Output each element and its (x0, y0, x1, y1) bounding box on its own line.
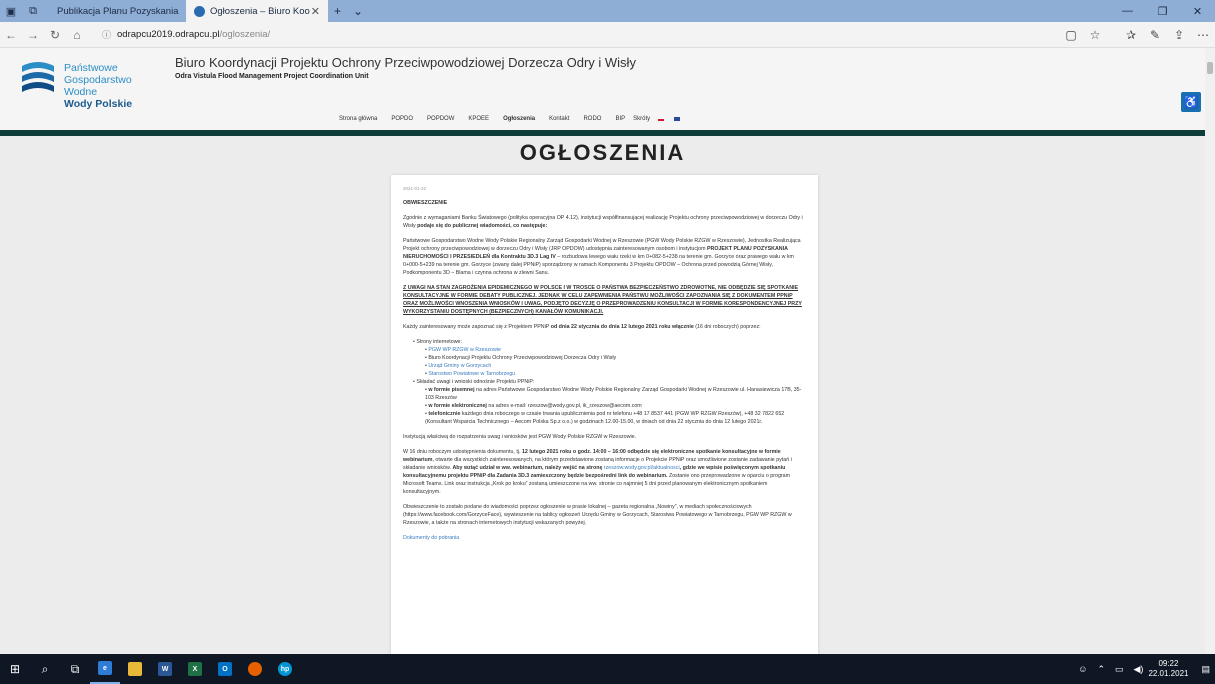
scrollbar[interactable] (1205, 48, 1215, 654)
scrollbar-thumb[interactable] (1207, 62, 1213, 74)
accessibility-icon[interactable]: ♿ (1181, 92, 1201, 112)
tab-publikacja[interactable]: Publikacja Planu Pozyskania (44, 0, 186, 22)
search-icon[interactable]: ⌕ (30, 654, 60, 684)
nav-popdo[interactable]: POPDO (391, 116, 413, 122)
nav-kontakt[interactable]: Kontakt (549, 116, 569, 122)
link-starostwo[interactable]: Starostwo Powiatowe w Tarnobrzegu (428, 371, 515, 377)
paragraph-2: Państwowe Gospodarstwo Wodne Wody Polski… (403, 238, 801, 276)
clock-time: 09:22 (1158, 659, 1179, 668)
volume-icon[interactable]: ◀) (1134, 664, 1144, 675)
wordpress-favicon-icon (194, 5, 205, 17)
nav-kpoee[interactable]: KPOEE (468, 116, 489, 122)
site-info-icon[interactable]: ⓘ (102, 28, 111, 41)
tab-title: Ogłoszenia – Biuro Koo (210, 5, 310, 17)
firefox-icon[interactable] (240, 654, 270, 684)
paragraph-4: Każdy zainteresowany może zapoznać się z… (403, 324, 761, 330)
tab-actions-icon[interactable]: ▣ (0, 0, 22, 22)
url-domain: odrapcu2019.odrapcu.pl (117, 29, 220, 40)
polish-flag-icon[interactable] (658, 117, 665, 121)
action-center-icon[interactable]: ▤ (1201, 664, 1210, 675)
link-urzad-gminy[interactable]: Urząd Gminy w Gorzycach (428, 363, 491, 369)
more-menu-icon[interactable]: ⋯ (1191, 28, 1215, 42)
minimize-icon[interactable]: — (1110, 5, 1145, 18)
file-explorer-icon[interactable] (120, 654, 150, 684)
site-subtitle: Odra Vistula Flood Management Project Co… (175, 73, 369, 80)
favorite-star-icon[interactable]: ☆ (1083, 28, 1107, 42)
link-rzeszow-aktualnosci[interactable]: rzeszow.wody.gov.pl/aktualnosci (604, 465, 680, 471)
outlook-icon[interactable]: O (210, 654, 240, 684)
close-tab-icon[interactable]: ✕ (311, 5, 320, 18)
windows-start-icon[interactable]: ⊞ (0, 654, 30, 684)
nav-strona-glowna[interactable]: Strona główna (339, 116, 377, 122)
home-icon[interactable]: ⌂ (66, 28, 88, 42)
link-dokumenty[interactable]: Dokumenty do pobrania (403, 534, 806, 542)
address-bar: ← → ↻ ⌂ ⓘ odrapcu2019.odrapcu.pl/oglosze… (0, 22, 1215, 48)
set-aside-tabs-icon[interactable]: ⧉ (22, 0, 44, 22)
wody-polskie-logo[interactable]: Państwowe Gospodarstwo Wodne Wody Polski… (20, 56, 160, 116)
excel-icon[interactable]: X (180, 654, 210, 684)
task-view-icon[interactable]: ⧉ (60, 654, 90, 684)
paragraph-7: Obwieszczenie to zostało podane do wiado… (403, 504, 792, 526)
share-icon[interactable]: ⇪ (1167, 28, 1191, 42)
word-icon[interactable]: W (150, 654, 180, 684)
maximize-icon[interactable]: ❐ (1145, 5, 1180, 18)
tray-chevron-up-icon[interactable]: ⌃ (1097, 664, 1105, 675)
logo-line-3: Wody Polskie (64, 98, 133, 110)
reading-view-icon[interactable]: ▢ (1059, 28, 1083, 42)
list-item-submit: Składać uwagi i wnioski odnośnie Projekt… (413, 378, 806, 426)
back-icon[interactable]: ← (0, 28, 22, 42)
nav-rodo[interactable]: RODO (583, 116, 601, 122)
network-icon[interactable]: ▭ (1115, 664, 1124, 675)
submit-phone: telefonicznie każdego dnia roboczego w c… (425, 410, 806, 426)
logo-line-1: Państwowe (64, 62, 118, 74)
site-header: Państwowe Gospodarstwo Wodne Wody Polski… (0, 48, 1205, 130)
favorites-hub-icon[interactable]: ✰ (1119, 28, 1143, 42)
list-item-web: Strony internetowe: PGW WP RZGW w Rzeszo… (413, 338, 806, 378)
link-pgw-wp-rzgw[interactable]: PGW WP RZGW w Rzeszowie (428, 347, 501, 353)
text-biuro: Biuro Koordynacji Projektu Ochrony Przec… (428, 355, 617, 361)
english-flag-icon[interactable] (674, 117, 681, 121)
url-field[interactable]: ⓘ odrapcu2019.odrapcu.pl/ogloszenia/ (102, 28, 270, 41)
edge-browser-icon[interactable]: e (90, 654, 120, 684)
submit-written: w formie pisemnej na adres Państwowe Gos… (425, 386, 806, 402)
clock[interactable]: 09:22 22.01.2021 (1148, 659, 1188, 679)
access-list: Strony internetowe: PGW WP RZGW w Rzeszo… (413, 338, 806, 426)
tab-ogloszenia[interactable]: Ogłoszenia – Biuro Koo ✕ (186, 0, 328, 22)
nav-ogloszenia[interactable]: Ogłoszenia (503, 116, 535, 122)
header-divider-bar (0, 130, 1205, 136)
close-window-icon[interactable]: ✕ (1180, 5, 1215, 18)
new-tab-icon[interactable]: + (328, 4, 347, 18)
pen-notes-icon[interactable]: ✎ (1143, 28, 1167, 42)
nav-skroty[interactable]: Skróty (633, 116, 650, 122)
page-viewport: Państwowe Gospodarstwo Wodne Wody Polski… (0, 48, 1215, 654)
hp-icon[interactable]: hp (270, 654, 300, 684)
forward-icon[interactable]: → (22, 28, 44, 42)
refresh-icon[interactable]: ↻ (44, 28, 66, 42)
waves-logo-icon (22, 62, 54, 92)
nav-bip[interactable]: BIP (615, 116, 625, 122)
url-path: /ogloszenia/ (219, 29, 271, 40)
browser-tab-bar: ▣ ⧉ Publikacja Planu Pozyskania Ogłoszen… (0, 0, 1215, 22)
nav-popdow[interactable]: POPDOW (427, 116, 454, 122)
main-nav: Strona główna POPDO POPDOW KPOEE Ogłosze… (339, 116, 694, 122)
system-tray: ☺ ⌃ ▭ ◀) 09:22 22.01.2021 ▤ (1073, 659, 1215, 679)
logo-line-2: Gospodarstwo Wodne (64, 74, 132, 98)
paragraph-6: W 16 dniu roboczym udostępnienia dokumen… (403, 449, 792, 495)
windows-taskbar: ⊞ ⌕ ⧉ e W X O hp ☺ ⌃ ▭ ◀) 09:22 22.01.20… (0, 654, 1215, 684)
page-title: OGŁOSZENIA (519, 140, 686, 165)
tab-list-chevron-icon[interactable]: ⌄ (347, 4, 369, 18)
tab-title: Publikacja Planu Pozyskania (57, 5, 179, 17)
article-header: OBWIESZCZENIE (403, 200, 448, 206)
people-icon[interactable]: ☺ (1078, 664, 1087, 674)
submit-electronic: w formie elektronicznej na adres e-mail:… (425, 402, 806, 410)
post-date: 2021-01-22 (403, 186, 427, 191)
paragraph-1: Zgodnie z wymaganiami Banku Światowego (… (403, 215, 803, 229)
epidemic-notice: Z UWAGI NA STAN ZAGROŻENIA EPIDEMICZNEGO… (403, 285, 802, 315)
clock-date: 22.01.2021 (1148, 669, 1189, 678)
announcement-article: 2021-01-22 OBWIESZCZENIE Zgodnie z wymag… (391, 175, 818, 654)
paragraph-5: Instytucją właściwą do rozpatrzenia uwag… (403, 434, 637, 440)
site-title: Biuro Koordynacji Projektu Ochrony Przec… (175, 55, 636, 70)
